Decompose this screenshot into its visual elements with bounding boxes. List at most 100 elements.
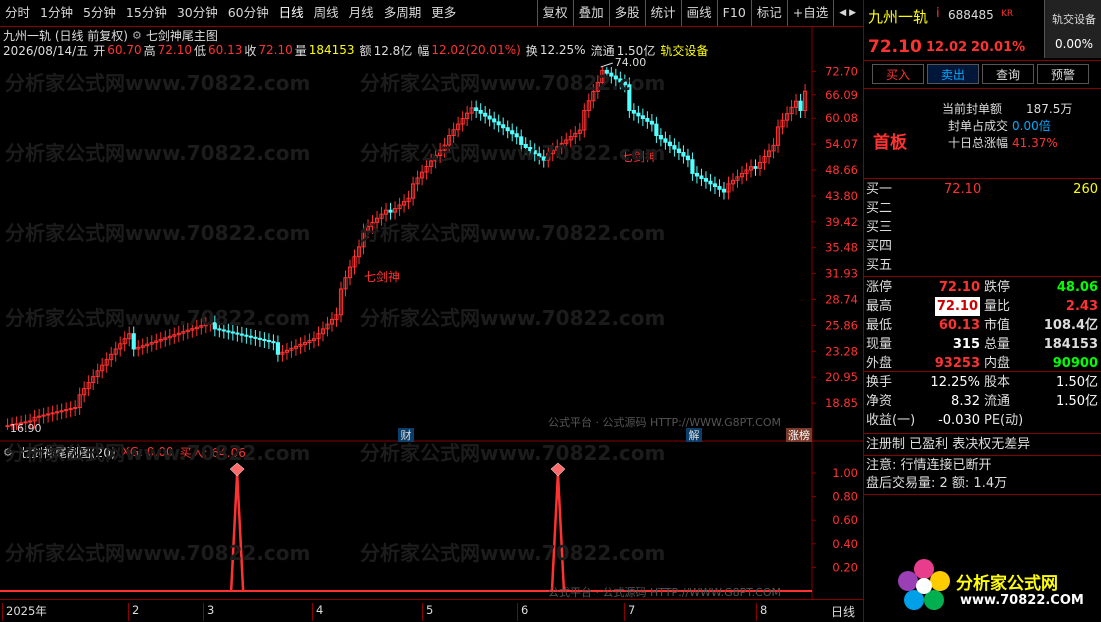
stat-label: 收益(一) [866, 413, 916, 428]
quote-close-label: 收 [244, 43, 257, 58]
sector-box[interactable]: 轨交设备 0.00% [1044, 0, 1101, 58]
candle-body [271, 341, 276, 344]
buy-button[interactable]: 买入 [872, 64, 924, 84]
indicator-main-name[interactable]: 七剑神尾主图 [146, 27, 218, 44]
alert-button[interactable]: 预警 [1037, 64, 1089, 84]
event-badge-label[interactable]: 涨榜 [788, 428, 810, 442]
quote-amt-label: 额 [359, 43, 372, 58]
stats2-row: 换手 12.25% 股本 1.50亿 [864, 373, 1101, 392]
period-label[interactable]: 日线 [831, 603, 855, 620]
logo: 分析家公式网 www.70822.COM [894, 555, 1094, 615]
bid-row[interactable]: 买三 [864, 218, 1101, 237]
bid-label: 买五 [866, 258, 893, 273]
divider [864, 178, 1101, 179]
tool-button-0[interactable]: 复权 [536, 0, 573, 26]
candle-body [537, 153, 542, 158]
nav-arrows-icon[interactable]: ◀ ▶ [833, 0, 861, 26]
after-hours-volume: 盘后交易量: 2 额: 1.4万 [866, 476, 1008, 491]
candle-body [613, 75, 618, 80]
tool-button-7[interactable]: +自选 [786, 0, 833, 26]
stat-label: 量比 [984, 299, 1011, 314]
sector-name: 轨交设备 [1052, 13, 1096, 26]
notice-regist: 注册制 已盈利 表决权无差异 [866, 437, 1031, 452]
tool-buttons: 复权 叠加 多股 统计 画线 F10 标记 +自选 ◀ ▶ [536, 0, 861, 26]
candle-body [721, 188, 727, 193]
sub-indicator-name[interactable]: 七剑神尾副图(20) [19, 444, 116, 461]
quote-vol-label: 量 [294, 43, 307, 58]
price-axis-label: 28.74 [825, 292, 858, 306]
quote-panel: 九州一轨 i 688485 KR 轨交设备 0.00% 72.10 12.02 … [863, 0, 1101, 622]
bid-row[interactable]: 买五 [864, 256, 1101, 275]
candle-body [523, 143, 528, 149]
candle-body [667, 141, 672, 147]
event-badge-label[interactable]: 财 [401, 428, 412, 442]
tab-period-5[interactable]: 60分钟 [223, 0, 274, 26]
price-change: 12.02 [926, 40, 968, 55]
tab-period-0[interactable]: 分时 [0, 0, 35, 26]
stat-value: 72.10 [934, 297, 980, 316]
candle-body [645, 118, 650, 122]
stat-label: 涨停 [866, 280, 893, 295]
tool-button-2[interactable]: 多股 [608, 0, 645, 26]
stat-label: 跌停 [984, 280, 1011, 295]
quote-high: 72.10 [157, 43, 192, 57]
tool-button-1[interactable]: 叠加 [572, 0, 609, 26]
tab-period-3[interactable]: 15分钟 [121, 0, 172, 26]
kr-badge: KR [1001, 9, 1014, 19]
price-axis-label: 72.70 [825, 64, 858, 78]
divider [864, 494, 1101, 495]
quote-low: 60.13 [207, 43, 243, 57]
event-badge-label[interactable]: 解 [689, 428, 700, 442]
tab-period-9[interactable]: 多周期 [379, 0, 427, 26]
tab-period-2[interactable]: 5分钟 [78, 0, 121, 26]
logo-text: 分析家公式网 [956, 574, 1058, 594]
signal-spike [229, 472, 245, 592]
tab-period-10[interactable]: 更多 [426, 0, 461, 26]
stat-value: 108.4亿 [1043, 318, 1098, 333]
stat-label: PE(动) [984, 413, 1024, 428]
query-button[interactable]: 查询 [982, 64, 1034, 84]
candle-body [217, 328, 222, 331]
candle-body [226, 330, 231, 333]
info-icon[interactable]: i [936, 6, 940, 21]
stat-value: 315 [952, 337, 980, 352]
signal-gem-icon [550, 462, 566, 477]
time-axis[interactable]: 2025年 2 3 4 5 6 7 8 日线 [0, 599, 863, 622]
candle-body [672, 145, 677, 150]
sell-button[interactable]: 卖出 [927, 64, 979, 84]
quote-sector-tag[interactable]: 轨交设备 [660, 42, 708, 59]
candle-body [532, 150, 537, 155]
gear-icon[interactable]: ⚙ [132, 29, 142, 42]
candle-body [230, 331, 235, 334]
tab-period-8[interactable]: 月线 [344, 0, 379, 26]
stat-value: 2.43 [1065, 299, 1098, 314]
quote-chg: 12.02(20.01%) [431, 43, 521, 57]
bid-row[interactable]: 买二 [864, 199, 1101, 218]
tab-period-6[interactable]: 日线 [274, 0, 309, 26]
notice-row: 盘后交易量: 2 额: 1.4万 [864, 474, 1101, 493]
quote-open-label: 开 [93, 43, 106, 58]
ten-day-value: 41.37% [1012, 136, 1058, 150]
price-axis-label: 48.66 [825, 163, 858, 177]
candle-body [654, 123, 659, 137]
tool-button-5[interactable]: F10 [716, 0, 751, 26]
bid-row[interactable]: 买一 72.10 260 [864, 180, 1101, 199]
sub-xg-value: XG: 0.00 [121, 445, 174, 459]
bid-row[interactable]: 买四 [864, 237, 1101, 256]
tool-button-6[interactable]: 标记 [750, 0, 787, 26]
tool-button-4[interactable]: 画线 [680, 0, 717, 26]
chart-canvas[interactable]: 72.70 66.09 60.08 54.07 48.66 43.80 39.42 35.48… [0, 27, 863, 599]
tab-period-7[interactable]: 周线 [309, 0, 344, 26]
stat-value: 1.50亿 [1056, 375, 1098, 390]
x-axis-label: 3 [203, 603, 214, 621]
sub-axis-label: 0.60 [832, 513, 858, 527]
tool-button-3[interactable]: 统计 [644, 0, 681, 26]
candle-body [627, 84, 632, 111]
signal-label: 七剑神 [621, 149, 657, 164]
tab-period-4[interactable]: 30分钟 [172, 0, 223, 26]
gear-icon[interactable]: ⚙ [3, 446, 13, 459]
quote-chg-label: 幅 [417, 43, 430, 58]
stats-row: 涨停 72.10 跌停 48.06 [864, 278, 1101, 297]
tab-period-1[interactable]: 1分钟 [35, 0, 78, 26]
signal-spike [550, 472, 566, 592]
